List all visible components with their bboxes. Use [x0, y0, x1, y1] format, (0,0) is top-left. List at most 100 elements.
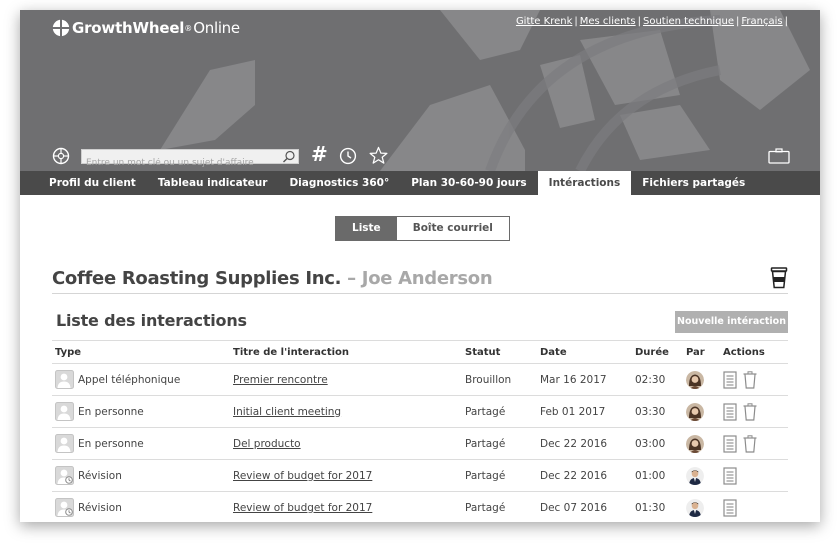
client-title: Coffee Roasting Supplies Inc. – Joe Ande… [52, 268, 493, 289]
clock-icon[interactable] [339, 147, 357, 165]
title-cell: Initial client meeting [230, 395, 462, 428]
column-header-status[interactable]: Statut [462, 340, 537, 364]
interaction-title-link[interactable]: Review of budget for 2017 [233, 502, 372, 514]
column-header-by[interactable]: Par [683, 340, 720, 364]
trash-icon[interactable] [743, 402, 757, 421]
list-view-button[interactable]: Liste [336, 217, 397, 240]
hashtag-icon[interactable]: # [311, 143, 328, 165]
document-icon[interactable] [723, 402, 737, 421]
coffee-cup-icon[interactable] [770, 267, 788, 289]
briefcase-icon[interactable] [768, 148, 790, 164]
female-avatar [686, 402, 704, 421]
column-header-type[interactable]: Type [52, 340, 230, 364]
trash-icon[interactable] [743, 434, 757, 453]
growthwheel-logo[interactable]: GrowthWheel ® Online [52, 19, 240, 37]
table-row[interactable]: Appel téléphonique Premier rencontre Broui… [52, 363, 788, 396]
title-divider [52, 293, 788, 294]
interaction-type: Appel téléphonique [78, 373, 181, 386]
interactions-list-title: Liste des interactions [56, 311, 247, 330]
title-cell: Review of budget for 2017 [230, 459, 462, 492]
company-name: Coffee Roasting Supplies Inc. [52, 268, 342, 289]
tab-30-60-90-plan[interactable]: Plan 30-60-90 jours [400, 171, 537, 195]
main-tab-bar: Profil du client Tableau indicateur Diag… [20, 171, 820, 195]
actions-cell [720, 363, 788, 396]
actions-cell [720, 491, 788, 522]
header-banner: GrowthWheel ® Online Gitte Krenk | Mes clien… [20, 10, 820, 171]
review-person-icon [55, 466, 74, 485]
status-cell: Partagé [462, 427, 537, 460]
search-toolbar: # [52, 143, 792, 170]
interaction-type: Révision [78, 501, 122, 514]
user-name-link[interactable]: Gitte Krenk [516, 16, 572, 27]
table-row[interactable]: Révision Review of budget for 2017 Partagé… [52, 491, 788, 522]
type-cell: Révision [52, 459, 230, 492]
tech-support-link[interactable]: Soutien technique [643, 16, 734, 27]
interaction-title-link[interactable]: Del producto [233, 438, 301, 450]
document-icon[interactable] [723, 434, 737, 453]
brand-name: GrowthWheel [72, 19, 185, 37]
by-cell [683, 395, 720, 428]
title-cell: Review of budget for 2017 [230, 491, 462, 522]
title-cell: Del producto [230, 427, 462, 460]
brand-registered-mark: ® [184, 23, 193, 33]
tab-client-profile[interactable]: Profil du client [38, 171, 147, 195]
tab-diagnostics-360[interactable]: Diagnostics 360° [278, 171, 400, 195]
column-header-duration[interactable]: Durée [632, 340, 683, 364]
interaction-title-link[interactable]: Premier rencontre [233, 374, 328, 386]
column-header-title[interactable]: Titre de l'interaction [230, 340, 462, 364]
date-cell: Dec 22 2016 [537, 459, 632, 492]
app-window: GrowthWheel ® Online Gitte Krenk | Mes clien… [20, 10, 820, 522]
interaction-type: Révision [78, 469, 122, 482]
male-avatar [686, 498, 704, 517]
title-cell: Premier rencontre [230, 363, 462, 396]
table-row[interactable]: Révision Review of budget for 2017 Partagé… [52, 459, 788, 492]
interactions-table: Type Titre de l'interaction Statut Date … [52, 340, 788, 522]
table-row[interactable]: En personne Initial client meeting Partagé… [52, 395, 788, 428]
new-interaction-button[interactable]: Nouvelle intéraction [675, 311, 788, 333]
by-cell [683, 363, 720, 396]
review-person-icon [55, 498, 74, 517]
type-cell: En personne [52, 427, 230, 460]
tab-interactions[interactable]: Intéractions [537, 171, 632, 195]
document-icon[interactable] [723, 370, 737, 389]
search-box [81, 149, 299, 170]
duration-cell: 02:30 [632, 363, 683, 396]
interaction-type: En personne [78, 405, 144, 418]
tab-dashboard[interactable]: Tableau indicateur [147, 171, 279, 195]
table-row[interactable]: En personne Del producto Partagé Dec 22 201… [52, 427, 788, 460]
person-icon [55, 402, 74, 421]
by-cell [683, 459, 720, 492]
male-avatar [686, 466, 704, 485]
actions-cell [720, 459, 788, 492]
by-cell [683, 427, 720, 460]
interaction-type: En personne [78, 437, 144, 450]
interaction-title-link[interactable]: Initial client meeting [233, 406, 341, 418]
by-cell [683, 491, 720, 522]
star-icon[interactable] [369, 146, 388, 165]
document-icon[interactable] [723, 466, 737, 485]
type-cell: En personne [52, 395, 230, 428]
wheel-icon[interactable] [52, 147, 70, 165]
type-cell: Appel téléphonique [52, 363, 230, 396]
female-avatar [686, 370, 704, 389]
client-title-separator: – [347, 268, 356, 289]
status-cell: Partagé [462, 459, 537, 492]
inbox-view-button[interactable]: Boîte courriel [396, 217, 509, 240]
trash-icon[interactable] [743, 370, 757, 389]
column-header-date[interactable]: Date [537, 340, 632, 364]
tab-shared-files[interactable]: Fichiers partagés [631, 171, 756, 195]
type-cell: Révision [52, 491, 230, 522]
interaction-title-link[interactable]: Review of budget for 2017 [233, 470, 372, 482]
date-cell: Mar 16 2017 [537, 363, 632, 396]
view-toggle: Liste Boîte courriel [335, 216, 510, 241]
female-avatar [686, 434, 704, 453]
table-header-row: Type Titre de l'interaction Statut Date … [52, 340, 788, 364]
search-input[interactable] [82, 156, 278, 170]
column-header-actions: Actions [720, 340, 788, 364]
duration-cell: 01:30 [632, 491, 683, 522]
person-icon [55, 370, 74, 389]
search-icon[interactable] [282, 150, 296, 163]
my-clients-link[interactable]: Mes clients [580, 16, 636, 27]
language-link[interactable]: Français [741, 16, 782, 27]
document-icon[interactable] [723, 498, 737, 517]
